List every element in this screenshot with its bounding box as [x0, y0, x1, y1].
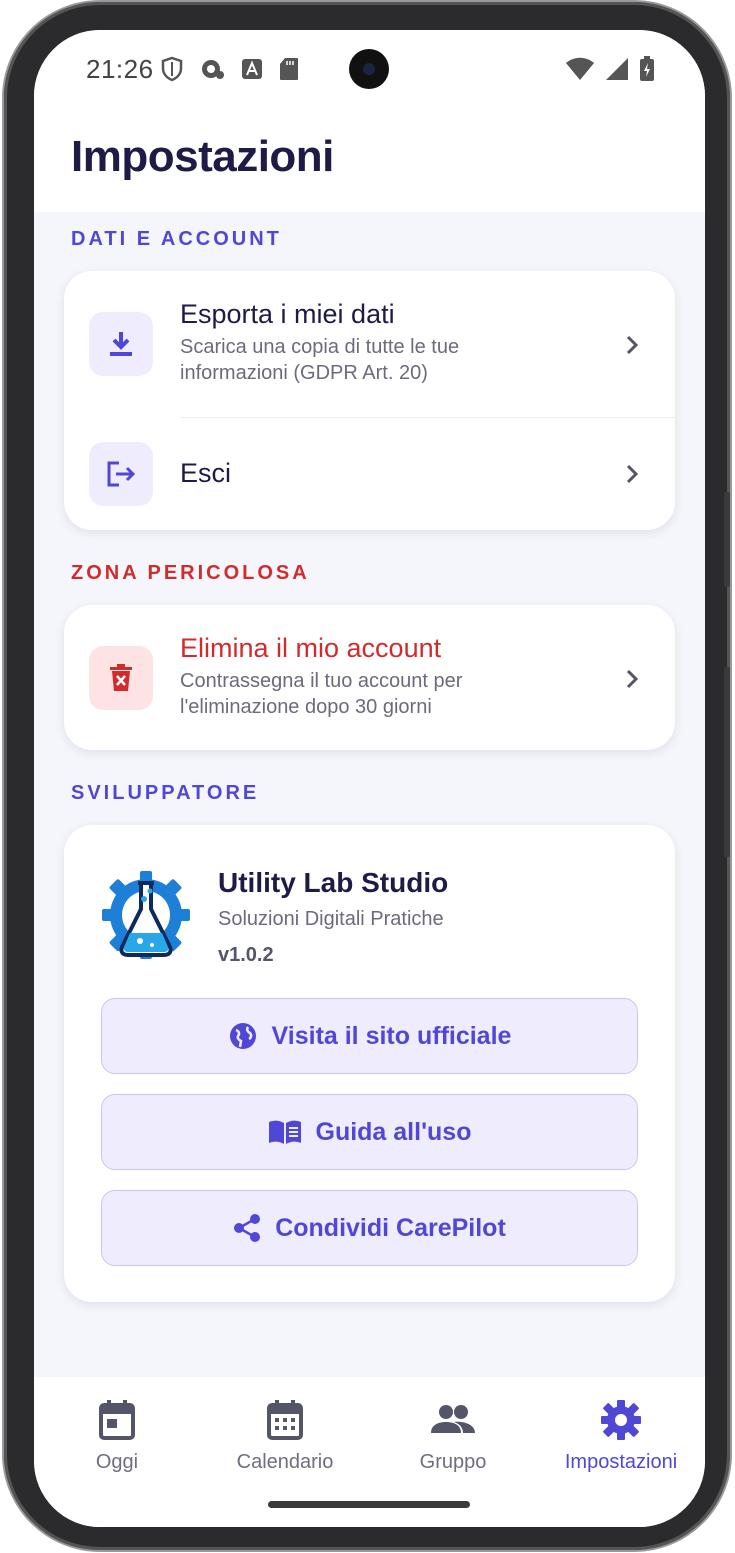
delete-account-row[interactable]: Elimina il mio account Contrassegna il t… — [64, 605, 675, 750]
nav-item-impostazioni[interactable]: Impostazioni — [541, 1399, 701, 1474]
header: Impostazioni — [34, 110, 705, 212]
nav-label-impostazioni: Impostazioni — [564, 1451, 678, 1473]
book-icon — [268, 1120, 301, 1144]
volume-button — [724, 492, 730, 587]
lab-flask-logo — [102, 871, 190, 959]
signal-icon — [606, 58, 628, 80]
delete-subtitle: Contrassegna il tuo account per l'elimin… — [180, 670, 463, 718]
nav-item-gruppo[interactable]: Gruppo — [373, 1399, 533, 1474]
share-app-label: Condividi CarePilot — [275, 1213, 506, 1242]
screen: 21:26 Impostazioni DATI E ACCOUNT Esport… — [34, 30, 705, 1527]
delete-title: Elimina il mio account — [180, 633, 442, 663]
delete-icon-box — [89, 646, 153, 710]
user-guide-label: Guida all'uso — [315, 1117, 472, 1146]
developer-name: Utility Lab Studio — [218, 867, 449, 898]
cloud-sync-icon — [202, 60, 224, 79]
nav-item-oggi[interactable]: Oggi — [37, 1399, 197, 1474]
chevron-right-icon — [626, 669, 639, 689]
share-app-button[interactable]: Condividi CarePilot — [101, 1190, 638, 1266]
group-icon — [431, 1405, 475, 1433]
export-subtitle: Scarica una copia di tutte le tue inform… — [180, 336, 460, 384]
visit-website-label: Visita il sito ufficiale — [271, 1021, 512, 1050]
shield-icon — [161, 56, 183, 82]
nav-label-gruppo: Gruppo — [419, 1451, 487, 1473]
status-time: 21:26 — [86, 54, 154, 84]
export-title: Esporta i miei dati — [180, 299, 395, 329]
front-camera — [349, 49, 389, 89]
section-label-developer: SVILUPPATORE — [71, 782, 260, 804]
share-icon — [234, 1214, 261, 1242]
wifi-icon — [566, 57, 594, 80]
nav-label-calendario: Calendario — [236, 1451, 334, 1473]
logout-icon — [107, 461, 136, 487]
app-version: v1.0.2 — [218, 944, 274, 966]
nav-item-calendario[interactable]: Calendario — [205, 1399, 365, 1474]
developer-tagline: Soluzioni Digitali Pratiche — [218, 908, 444, 930]
developer-card: Utility Lab Studio Soluzioni Digitali Pr… — [64, 825, 675, 1302]
trash-icon — [110, 664, 132, 691]
section-label-danger: ZONA PERICOLOSA — [71, 562, 310, 584]
calendar-month-icon — [267, 1400, 303, 1440]
home-indicator[interactable] — [268, 1501, 470, 1508]
calendar-today-icon — [99, 1400, 135, 1440]
nav-label-oggi: Oggi — [95, 1451, 139, 1473]
user-guide-button[interactable]: Guida all'uso — [101, 1094, 638, 1170]
page-title: Impostazioni — [71, 132, 334, 181]
battery-charging-icon — [640, 56, 654, 81]
section-label-account: DATI E ACCOUNT — [71, 228, 282, 250]
status-bar: 21:26 — [34, 30, 705, 110]
sd-card-icon — [280, 58, 298, 80]
logout-icon-box — [89, 442, 153, 506]
font-a-icon — [242, 59, 262, 79]
phone-frame: 21:26 Impostazioni DATI E ACCOUNT Esport… — [4, 2, 730, 1550]
download-icon — [110, 332, 132, 356]
export-icon-box — [89, 312, 153, 376]
globe-icon — [229, 1023, 256, 1049]
logout-title: Esci — [180, 458, 232, 488]
chevron-right-icon — [626, 464, 639, 484]
gear-icon — [601, 1400, 641, 1440]
chevron-right-icon — [626, 335, 639, 355]
danger-card: Elimina il mio account Contrassegna il t… — [64, 605, 675, 750]
export-data-row[interactable]: Esporta i miei dati Scarica una copia di… — [64, 271, 675, 417]
visit-website-button[interactable]: Visita il sito ufficiale — [101, 998, 638, 1074]
logout-row[interactable]: Esci — [64, 418, 675, 530]
power-button — [724, 667, 730, 857]
account-card: Esporta i miei dati Scarica una copia di… — [64, 271, 675, 530]
